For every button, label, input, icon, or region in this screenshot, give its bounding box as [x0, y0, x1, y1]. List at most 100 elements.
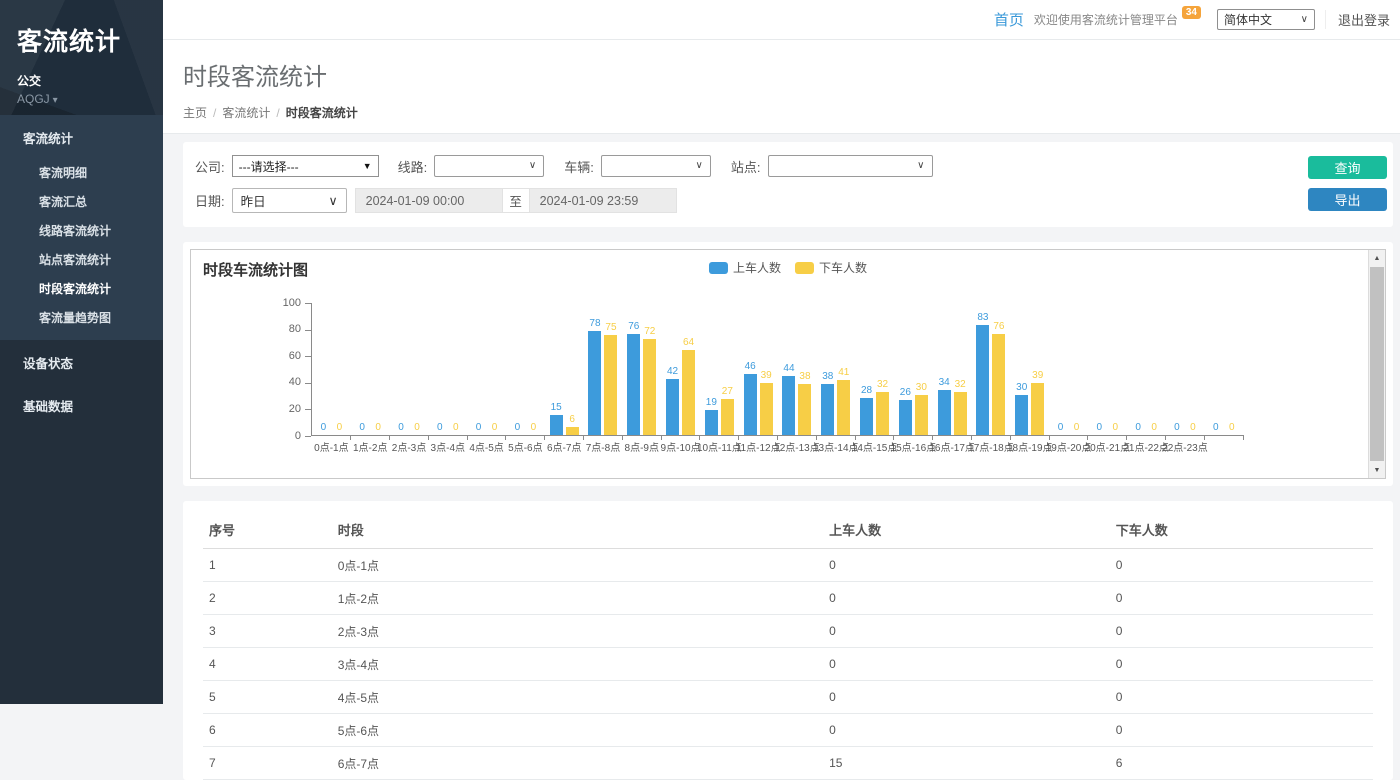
- table-row: 76点-7点156: [203, 747, 1373, 780]
- x-axis-tick-label: 7点-8点: [586, 439, 620, 454]
- table-cell: 0: [1110, 615, 1373, 648]
- welcome-text: 欢迎使用客流统计管理平台: [1034, 11, 1178, 28]
- logout-link[interactable]: 退出登录: [1325, 10, 1390, 29]
- station-select[interactable]: ∨: [768, 155, 933, 177]
- chart-category-group: 0022点-23点: [1166, 303, 1205, 435]
- bar-value-label: 0: [375, 422, 381, 433]
- bar-value-label: 0: [1229, 422, 1235, 433]
- vehicle-label: 车辆:: [564, 157, 594, 176]
- legend-item[interactable]: 上车人数: [709, 259, 781, 276]
- chart-scrollbar[interactable]: ▲ ▼: [1368, 250, 1385, 478]
- bar-value-label: 0: [337, 422, 343, 433]
- company-dropdown[interactable]: ---请选择--- ▼: [232, 155, 379, 177]
- breadcrumb: 主页/客流统计/时段客流统计: [183, 104, 1380, 121]
- legend-item[interactable]: 下车人数: [795, 259, 867, 276]
- table-cell: 0: [823, 582, 1110, 615]
- notification-badge[interactable]: 34: [1182, 6, 1201, 19]
- bar-column: 0: [1054, 422, 1067, 435]
- table-cell: 1: [203, 549, 332, 582]
- end-datetime-input[interactable]: [529, 188, 677, 213]
- bar-value-label: 0: [398, 422, 404, 433]
- start-datetime-input[interactable]: [355, 188, 503, 213]
- table-cell: 3: [203, 615, 332, 648]
- language-select[interactable]: 简体中文 ∨: [1217, 9, 1315, 30]
- scrollbar-thumb[interactable]: [1370, 267, 1384, 461]
- sidebar-item-设备状态[interactable]: 设备状态: [0, 340, 163, 383]
- export-button[interactable]: 导出: [1308, 188, 1387, 211]
- bar-value-label: 38: [799, 371, 810, 382]
- bar-value-label: 39: [761, 370, 772, 381]
- breadcrumb-item[interactable]: 客流统计: [222, 106, 270, 120]
- table-row: 10点-1点00: [203, 549, 1373, 582]
- bar-column: 0: [488, 422, 501, 435]
- bar-column: 0: [1186, 422, 1199, 435]
- bar-value-label: 75: [605, 322, 616, 333]
- chart-category-group: 1566点-7点: [545, 303, 584, 435]
- date-preset-select[interactable]: 昨日 ∨: [232, 188, 347, 213]
- chart-legend: 上车人数下车人数: [709, 259, 867, 276]
- bar-value-label: 0: [321, 422, 327, 433]
- chart-category-group: 343216点-17点: [933, 303, 972, 435]
- sidebar-submenu: 客流明细客流汇总线路客流统计站点客流统计时段客流统计客流量趋势图: [0, 158, 163, 332]
- bar-column: 0: [1109, 422, 1122, 435]
- x-axis-tick-label: 9点-10点: [661, 439, 701, 454]
- table-cell: 0: [1110, 549, 1373, 582]
- home-link[interactable]: 首页: [994, 9, 1024, 30]
- bar-value-label: 0: [1058, 422, 1064, 433]
- x-axis-tick-label: 0点-1点: [314, 439, 348, 454]
- bar-上车人数: [627, 334, 640, 435]
- x-axis-tick-label: 22点-23点: [1162, 439, 1208, 454]
- chart-category-group: 443812点-13点: [778, 303, 817, 435]
- chart-panel: 时段车流统计图 上车人数下车人数 020406080100000点-1点001点…: [183, 242, 1393, 486]
- bar-value-label: 0: [437, 422, 443, 433]
- sidebar-item-客流统计[interactable]: 客流统计: [0, 115, 163, 158]
- scroll-down-icon[interactable]: ▼: [1369, 462, 1385, 478]
- bar-下车人数: [1031, 383, 1044, 435]
- bar-value-label: 0: [515, 422, 521, 433]
- app-logo: 客流统计 公交 AQGJ▾: [0, 0, 163, 115]
- filter-buttons: 查询 导出: [1308, 156, 1387, 211]
- bar-column: 34: [938, 377, 951, 435]
- scroll-up-icon[interactable]: ▲: [1369, 250, 1385, 266]
- bar-value-label: 72: [644, 326, 655, 337]
- sidebar-subitem-站点客流统计[interactable]: 站点客流统计: [0, 245, 163, 274]
- sidebar-subitem-客流量趋势图[interactable]: 客流量趋势图: [0, 303, 163, 332]
- hourly-traffic-table: 序号时段上车人数下车人数 10点-1点0021点-2点0032点-3点0043点…: [203, 511, 1373, 780]
- table-cell: 0: [823, 648, 1110, 681]
- bar-上车人数: [860, 398, 873, 435]
- bar-value-label: 39: [1032, 370, 1043, 381]
- search-button[interactable]: 查询: [1308, 156, 1387, 179]
- chevron-down-icon: ∨: [529, 162, 536, 170]
- org-selector[interactable]: AQGJ▾: [17, 92, 163, 106]
- bar-上车人数: [705, 410, 718, 435]
- sidebar-subitem-线路客流统计[interactable]: 线路客流统计: [0, 216, 163, 245]
- chart-category-group: 00: [1204, 303, 1243, 435]
- table-cell: 2点-3点: [332, 615, 823, 648]
- sidebar-subitem-客流汇总[interactable]: 客流汇总: [0, 187, 163, 216]
- line-select[interactable]: ∨: [434, 155, 544, 177]
- y-axis-tick: [305, 436, 311, 437]
- bar-value-label: 0: [1151, 422, 1157, 433]
- vehicle-select[interactable]: ∨: [601, 155, 711, 177]
- breadcrumb-separator: /: [276, 106, 279, 120]
- bar-column: 0: [1148, 422, 1161, 435]
- x-axis-tick-label: 1点-2点: [353, 439, 387, 454]
- bar-value-label: 76: [628, 321, 639, 332]
- sidebar-subitem-时段客流统计[interactable]: 时段客流统计: [0, 274, 163, 303]
- bar-column: 0: [472, 422, 485, 435]
- table-cell: 0: [823, 549, 1110, 582]
- bar-value-label: 0: [1113, 422, 1119, 433]
- chevron-down-icon: ∨: [696, 162, 703, 170]
- chart-category-group: 76728点-9点: [622, 303, 661, 435]
- sidebar-group: 客流统计客流明细客流汇总线路客流统计站点客流统计时段客流统计客流量趋势图: [0, 115, 163, 340]
- x-axis-tick-label: 8点-9点: [625, 439, 659, 454]
- bar-value-label: 30: [1016, 382, 1027, 393]
- navbar-right: 首页 欢迎使用客流统计管理平台 34 简体中文 ∨ 退出登录: [994, 9, 1400, 30]
- bar-value-label: 0: [1190, 422, 1196, 433]
- breadcrumb-item[interactable]: 主页: [183, 106, 207, 120]
- sidebar-item-基础数据[interactable]: 基础数据: [0, 383, 163, 426]
- breadcrumb-separator: /: [213, 106, 216, 120]
- bar-column: 27: [721, 386, 734, 435]
- sidebar-subitem-客流明细[interactable]: 客流明细: [0, 158, 163, 187]
- bar-上车人数: [666, 379, 679, 435]
